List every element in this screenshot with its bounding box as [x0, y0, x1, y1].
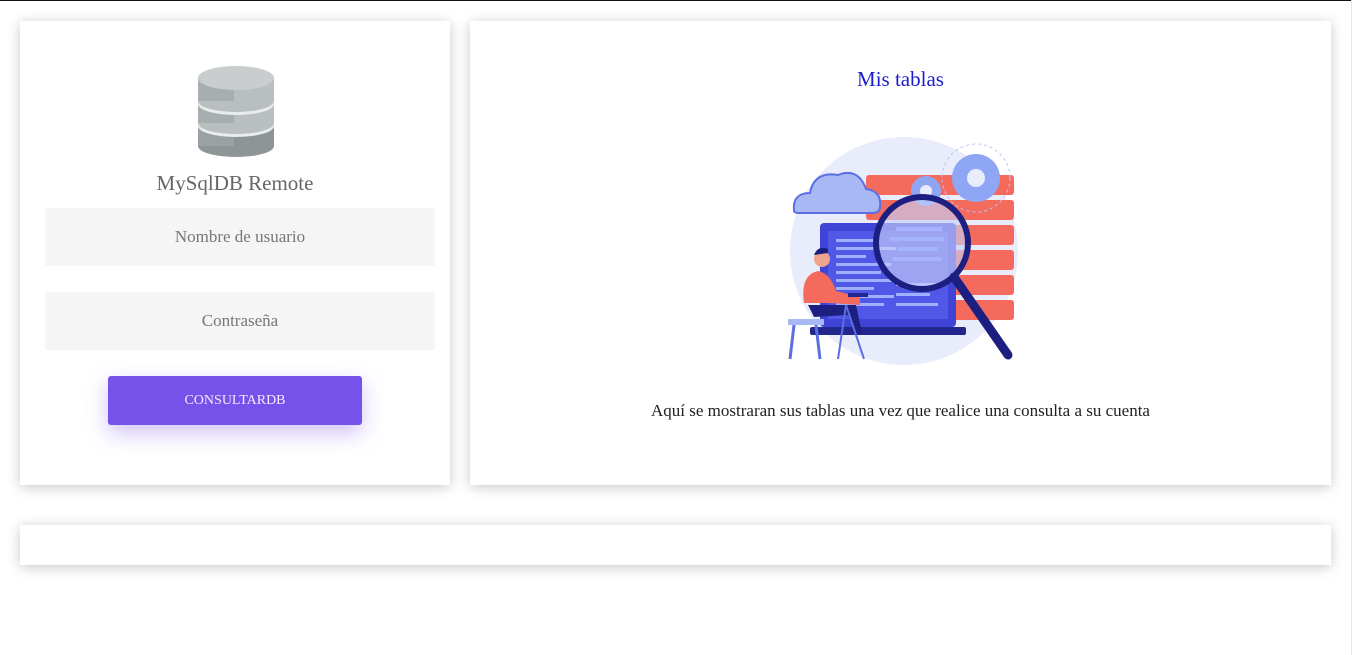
- data-search-illustration: [788, 137, 1018, 365]
- username-input[interactable]: [45, 208, 435, 266]
- login-card: MySqlDB Remote CONSULTARDB: [20, 21, 450, 485]
- password-input[interactable]: [45, 292, 435, 350]
- database-icon: [198, 66, 274, 157]
- app-title: MySqlDB Remote: [156, 171, 314, 195]
- tables-card: Mis tablas Aquí se mostraran sus tablas …: [470, 21, 1331, 485]
- tables-title: Mis tablas: [857, 67, 944, 91]
- results-panel: [20, 525, 1331, 565]
- top-border: [0, 0, 1352, 1]
- consultardb-button[interactable]: CONSULTARDB: [108, 376, 362, 425]
- tables-empty-message: Aquí se mostraran sus tablas una vez que…: [651, 401, 1150, 420]
